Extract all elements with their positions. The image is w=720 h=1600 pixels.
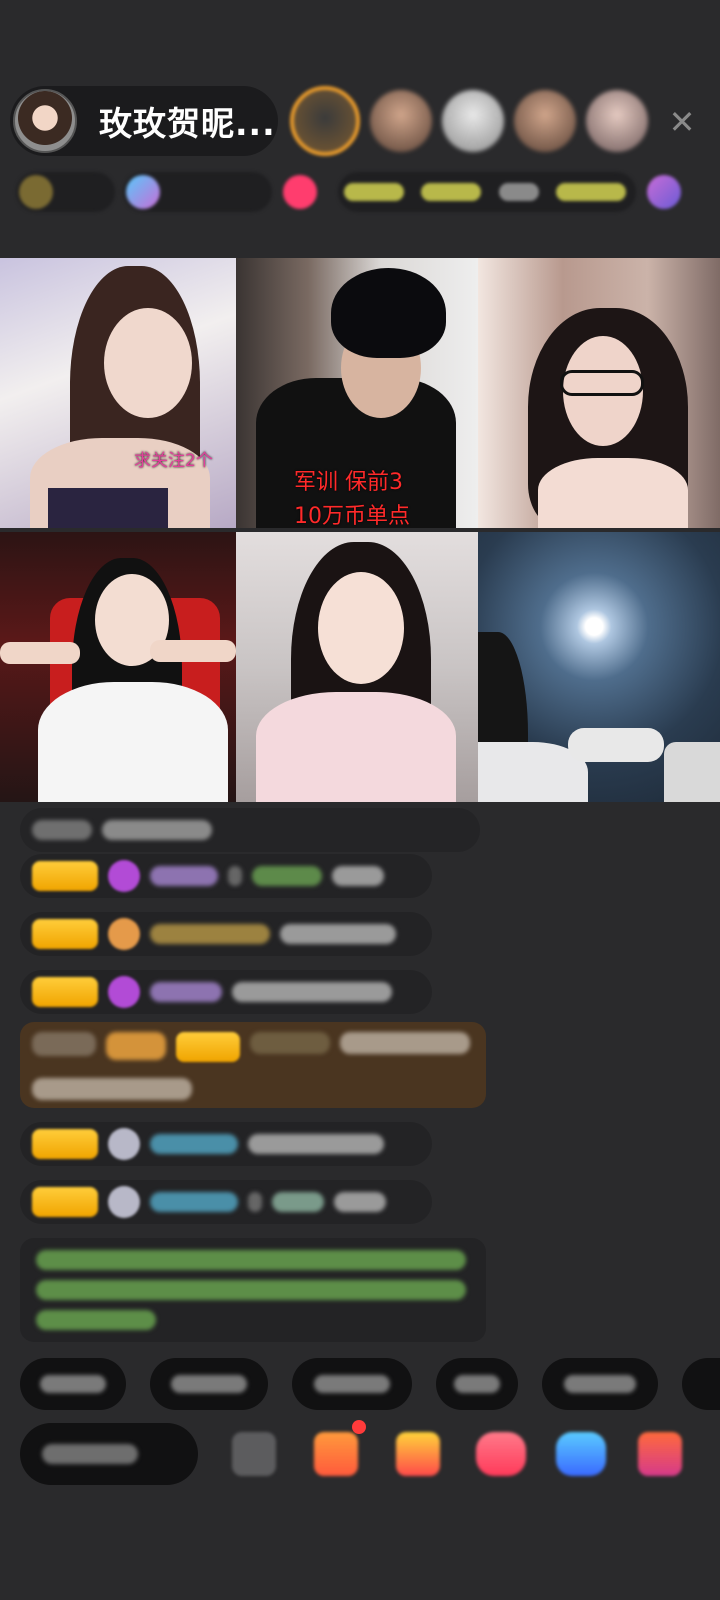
- quick-chip[interactable]: [20, 1358, 126, 1410]
- fan-icon: [108, 918, 140, 950]
- room-badges-row[interactable]: [16, 170, 688, 214]
- gift-icon[interactable]: [396, 1432, 440, 1476]
- viewer-avatar[interactable]: [370, 90, 432, 152]
- video-tile-2[interactable]: 军训 保前3 10万币单点: [236, 258, 478, 528]
- menu-icon[interactable]: [638, 1432, 682, 1476]
- quick-chip[interactable]: [682, 1358, 720, 1410]
- viewer-avatar[interactable]: [514, 90, 576, 152]
- viewer-avatar[interactable]: [290, 86, 360, 156]
- host-name: 玫玫贺昵...: [99, 104, 276, 143]
- top-viewers-list[interactable]: [290, 86, 648, 156]
- fans-icon[interactable]: [476, 1432, 526, 1476]
- share-icon[interactable]: [556, 1432, 606, 1476]
- chat-message[interactable]: [20, 1180, 432, 1224]
- tile-caption-line2: 10万币单点: [294, 504, 410, 528]
- close-icon[interactable]: ✕: [662, 102, 702, 142]
- level-badge: [32, 1129, 98, 1159]
- tile-caption: 军训 保前3: [294, 470, 403, 495]
- tile-caption: 求关注2个: [134, 451, 213, 471]
- level-badge: [32, 861, 98, 891]
- chat-message[interactable]: [20, 1122, 432, 1166]
- user-avatar: [108, 1128, 140, 1160]
- gift-banner-message[interactable]: [20, 1022, 486, 1108]
- level-badge: [32, 1187, 98, 1217]
- fans-club-badge[interactable]: [123, 172, 273, 212]
- host-info-pill[interactable]: 玫玫贺昵...: [10, 86, 278, 156]
- host-avatar[interactable]: [13, 89, 77, 153]
- video-tile-4[interactable]: [0, 532, 236, 802]
- multi-guest-video-grid: 求关注2个 军训 保前3 10万币单点: [0, 258, 720, 802]
- quick-reply-chips[interactable]: [20, 1358, 720, 1410]
- video-tile-6[interactable]: [478, 532, 720, 802]
- system-notice: [20, 1238, 486, 1342]
- video-tile-1[interactable]: 求关注2个: [0, 258, 236, 528]
- comment-input[interactable]: [20, 1423, 198, 1485]
- chat-message[interactable]: [20, 808, 480, 852]
- rank-badge[interactable]: [16, 172, 116, 212]
- user-avatar: [108, 1186, 140, 1218]
- more-icon[interactable]: [232, 1432, 276, 1476]
- viewer-avatar[interactable]: [442, 90, 504, 152]
- quick-chip[interactable]: [542, 1358, 658, 1410]
- activity-banner[interactable]: [338, 172, 637, 212]
- level-badge: [32, 919, 98, 949]
- video-tile-5[interactable]: [236, 532, 478, 802]
- heart-icon[interactable]: [280, 172, 320, 212]
- activity-icon[interactable]: [314, 1432, 358, 1476]
- quick-chip[interactable]: [436, 1358, 518, 1410]
- gift-box-icon[interactable]: [644, 172, 688, 212]
- bottom-toolbar: [20, 1420, 720, 1486]
- viewer-avatar[interactable]: [586, 90, 648, 152]
- level-badge: [32, 977, 98, 1007]
- diamond-icon: [108, 860, 140, 892]
- chat-message[interactable]: [20, 854, 432, 898]
- diamond-icon: [108, 976, 140, 1008]
- notification-dot: [352, 1420, 366, 1434]
- quick-chip[interactable]: [292, 1358, 412, 1410]
- chat-message[interactable]: [20, 970, 432, 1014]
- quick-chip[interactable]: [150, 1358, 268, 1410]
- chat-message[interactable]: [20, 912, 432, 956]
- video-tile-3[interactable]: [478, 258, 720, 528]
